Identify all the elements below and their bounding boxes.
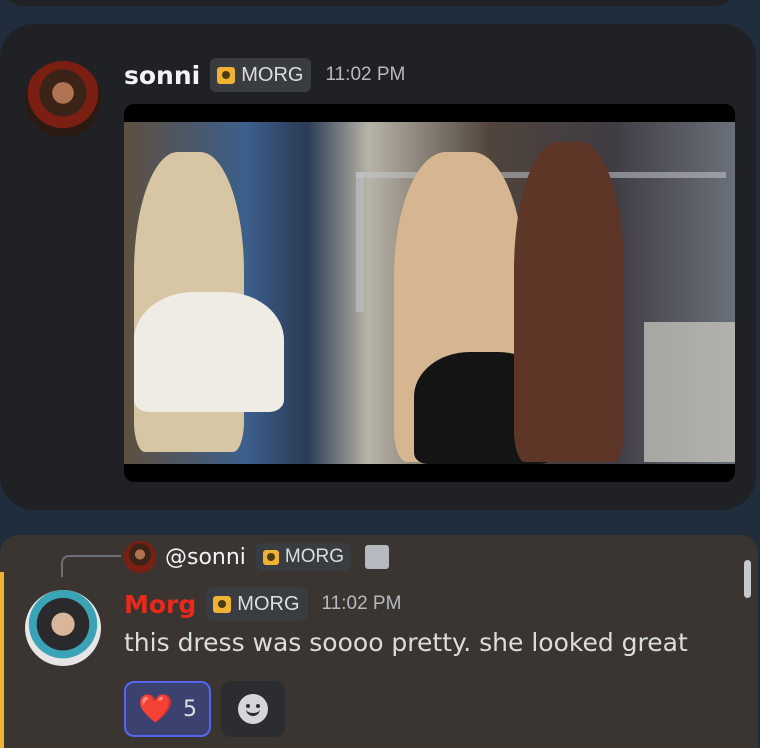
username[interactable]: sonni <box>124 61 200 90</box>
smiley-icon <box>238 694 268 724</box>
previous-message-card <box>0 0 738 6</box>
replied-role-tag: MORG <box>255 543 352 571</box>
crown-badge-icon <box>213 595 232 613</box>
timestamp: 11:02 PM <box>321 593 402 614</box>
reply-spine <box>61 555 121 577</box>
crown-badge-icon <box>217 66 236 84</box>
role-tag-label: MORG <box>237 592 300 615</box>
reply-message-header: Morg MORG 11:02 PM <box>124 587 401 621</box>
gif-frame <box>124 122 735 464</box>
avatar[interactable] <box>25 61 101 137</box>
username[interactable]: Morg <box>124 590 196 619</box>
message-header: sonni MORG 11:02 PM <box>124 58 405 92</box>
replied-role-tag-label: MORG <box>284 546 345 567</box>
replied-avatar <box>124 541 156 573</box>
role-tag[interactable]: MORG <box>210 58 312 92</box>
gif-embed[interactable] <box>124 104 735 482</box>
role-tag-label: MORG <box>241 63 304 86</box>
timestamp: 11:02 PM <box>325 64 406 85</box>
role-tag[interactable]: MORG <box>206 587 308 621</box>
scrollbar[interactable] <box>744 560 751 598</box>
crown-badge-icon <box>262 549 279 565</box>
replied-username[interactable]: @sonni <box>165 545 246 570</box>
reaction-count: 5 <box>182 696 197 722</box>
message-text: this dress was soooo pretty. she looked … <box>124 628 688 657</box>
mention-highlight-bar <box>0 572 4 748</box>
heart-emoji-icon: ❤️ <box>138 692 173 725</box>
avatar[interactable] <box>25 590 101 666</box>
add-reaction-button[interactable] <box>221 681 285 737</box>
reply-reference[interactable]: @sonni MORG <box>124 541 390 573</box>
reaction-heart[interactable]: ❤️ 5 <box>124 681 211 737</box>
image-icon <box>365 545 390 569</box>
